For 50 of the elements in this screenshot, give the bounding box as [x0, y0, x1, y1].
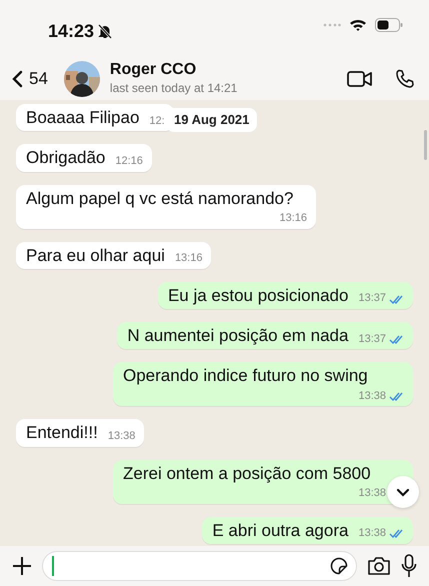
- phone-call-icon[interactable]: [395, 69, 415, 89]
- message-time: 13:37: [358, 292, 386, 306]
- incoming-message-bubble[interactable]: Para eu olhar aqui 13:16: [16, 242, 212, 269]
- message-text: Para eu olhar aqui: [26, 244, 165, 266]
- message-time: 13:38: [358, 527, 386, 541]
- scroll-down-button[interactable]: [387, 476, 419, 508]
- message-time: 12:: [149, 114, 165, 128]
- message-text: Eu ja estou posicionado: [168, 284, 348, 306]
- back-chevron-icon: [12, 70, 23, 88]
- message-text: Obrigadão: [26, 147, 106, 168]
- last-seen: last seen today at 14:21: [110, 80, 238, 97]
- message-text: Algum papel q vc está namorando?: [26, 188, 294, 209]
- message-text: E abri outra agora: [212, 520, 348, 541]
- outgoing-message-bubble[interactable]: N aumentei posição em nada 13:37: [117, 322, 413, 350]
- incoming-message-bubble[interactable]: Boaaaa Filipao 12:: [16, 104, 174, 132]
- message-text: Entendi!!!: [26, 422, 98, 444]
- incoming-message-bubble[interactable]: Entendi!!! 13:38: [16, 419, 144, 446]
- date-chip: 19 Aug 2021: [166, 108, 258, 132]
- incoming-message-bubble[interactable]: Algum papel q vc está namorando? 13:16: [16, 184, 316, 228]
- message-text: Operando indice futuro no swing: [123, 365, 368, 386]
- camera-icon[interactable]: [367, 556, 391, 576]
- incoming-message-bubble[interactable]: Obrigadão 12:16: [16, 144, 152, 172]
- plus-icon[interactable]: [12, 556, 32, 576]
- message-text: Boaaaa Filipao: [26, 107, 140, 128]
- outgoing-message-bubble[interactable]: Zerei ontem a posição com 5800 13:38: [113, 460, 413, 504]
- outgoing-message-bubble[interactable]: E abri outra agora 13:38: [202, 516, 413, 544]
- status-time: 14:23: [48, 20, 94, 43]
- avatar[interactable]: [64, 61, 100, 97]
- wifi-icon: [349, 18, 367, 32]
- message-text: Zerei ontem a posição com 5800: [123, 462, 371, 484]
- sticker-icon[interactable]: [330, 557, 348, 575]
- message-time: 12:16: [115, 154, 143, 168]
- message-time: 13:38: [358, 390, 386, 404]
- contact-name: Roger CCO: [110, 61, 198, 79]
- chevron-down-icon: [396, 488, 410, 496]
- microphone-icon[interactable]: [401, 554, 417, 578]
- signal-dots-icon: [323, 23, 341, 27]
- message-input-field[interactable]: [42, 551, 357, 581]
- video-call-icon[interactable]: [347, 70, 373, 88]
- message-time: 13:38: [108, 430, 136, 444]
- message-time: 13:38: [358, 486, 386, 500]
- message-time: 13:37: [358, 332, 386, 346]
- message-time: 13:16: [174, 252, 202, 266]
- back-button[interactable]: 54: [12, 66, 48, 92]
- message-text: N aumentei posição em nada: [127, 325, 348, 346]
- outgoing-message-bubble[interactable]: Operando indice futuro no swing 13:38: [113, 362, 413, 406]
- battery-icon: [375, 18, 403, 32]
- message-time: 13:16: [279, 212, 307, 226]
- text-cursor: [52, 556, 54, 576]
- outgoing-message-bubble[interactable]: Eu ja estou posicionado 13:37: [158, 282, 413, 309]
